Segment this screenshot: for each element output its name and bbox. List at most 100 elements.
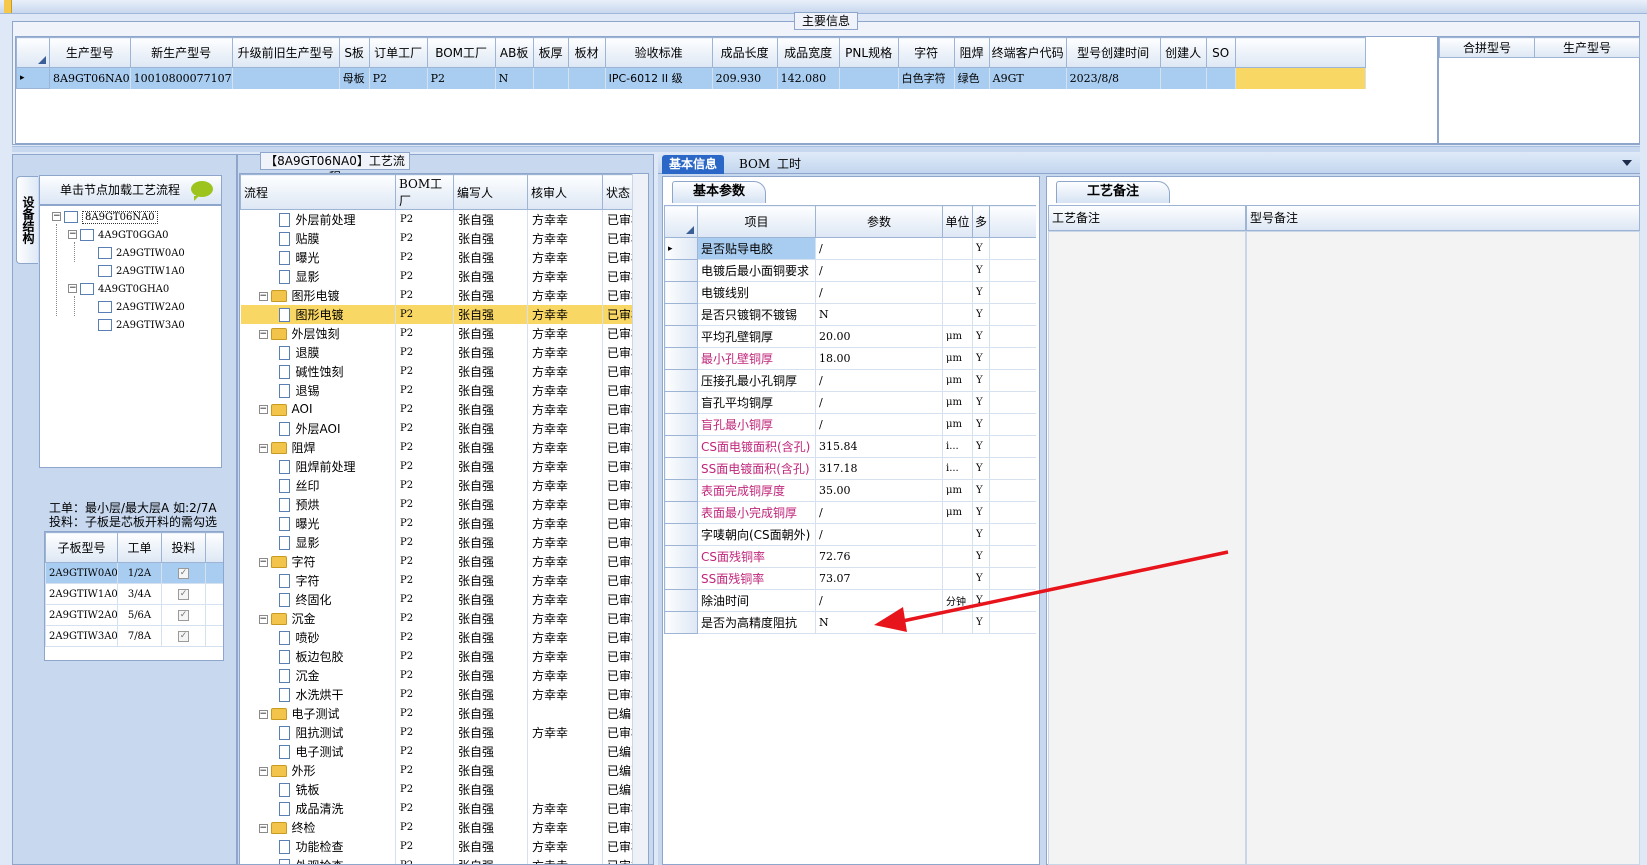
flow-factory-cell[interactable]: P2 (395, 323, 454, 343)
flow-factory-cell[interactable]: P2 (395, 361, 454, 381)
flow-status-cell[interactable]: 已审核 (602, 494, 635, 514)
basic-param-tab[interactable]: 基本参数 (672, 181, 767, 203)
flow-process-cell[interactable]: 喷砂 (240, 627, 396, 647)
flow-factory-cell[interactable]: P2 (395, 855, 454, 864)
param-unit-cell[interactable]: μm (942, 369, 973, 392)
param-row-indicator[interactable] (664, 589, 698, 612)
sub-order-cell[interactable]: 5/6A (117, 604, 162, 626)
flow-row[interactable]: − 字符 P2张自强方幸幸已审核 (240, 551, 635, 571)
flow-checker-cell[interactable]: 方幸幸 (527, 570, 603, 590)
flow-factory-cell[interactable]: P2 (395, 437, 454, 457)
main-cell[interactable] (568, 67, 606, 89)
flow-factory-cell[interactable]: P2 (395, 798, 454, 818)
flow-process-cell[interactable]: 图形电镀 (240, 304, 396, 324)
param-unit-cell[interactable] (942, 545, 973, 568)
sub-col-feed[interactable]: 投料 (161, 532, 206, 563)
param-row[interactable]: SS面残铜率 73.07 Y (664, 567, 1036, 590)
flow-col-writer[interactable]: 编写人 (453, 174, 528, 210)
sub-feed-cell[interactable]: ✓ (161, 625, 206, 647)
tree-node[interactable]: 2A9GTIW3A0 (98, 316, 185, 332)
param-unit-cell[interactable] (942, 303, 973, 326)
param-value-cell[interactable]: / (815, 369, 943, 392)
param-row[interactable]: ▸ 是否贴导电胶 / Y (664, 237, 1036, 260)
flow-factory-cell[interactable]: P2 (395, 247, 454, 267)
flow-row[interactable]: 曝光 P2张自强方幸幸已审核 (240, 247, 635, 267)
param-row[interactable]: 表面最小完成铜厚 / μm Y (664, 501, 1036, 524)
flow-writer-cell[interactable]: 张自强 (453, 209, 528, 229)
flow-row[interactable]: 退锡 P2张自强方幸幸已审核 (240, 380, 635, 400)
param-row[interactable]: 盲孔最小铜厚 / μm Y (664, 413, 1036, 436)
sub-order-cell[interactable]: 1/2A (117, 562, 162, 584)
sub-col-model[interactable]: 子板型号 (45, 532, 118, 563)
param-item-cell[interactable]: 字唛朝向(CS面朝外) (697, 523, 816, 546)
param-item-cell[interactable]: 表面最小完成铜厚 (697, 501, 816, 524)
flow-checker-cell[interactable] (527, 703, 603, 723)
flow-process-cell[interactable]: 贴膜 (240, 228, 396, 248)
sub-feed-cell[interactable]: ✓ (161, 562, 206, 584)
param-row[interactable]: 电镀后最小面铜要求 / Y (664, 259, 1036, 282)
flow-row[interactable]: 喷砂 P2张自强方幸幸已审核 (240, 627, 635, 647)
param-row-indicator[interactable] (664, 545, 698, 568)
flow-process-cell[interactable]: 字符 (240, 570, 396, 590)
flow-writer-cell[interactable]: 张自强 (453, 494, 528, 514)
process-flow-grid[interactable]: 流程 BOM工厂 编写人 核审人 状态 外层前处理P2张自强方幸幸已审核贴膜P2… (239, 173, 649, 865)
flow-factory-cell[interactable]: P2 (395, 228, 454, 248)
flow-col-checker[interactable]: 核审人 (527, 174, 603, 210)
flow-factory-cell[interactable]: P2 (395, 589, 454, 609)
flow-process-cell[interactable]: 碱性蚀刻 (240, 361, 396, 381)
main-col-header[interactable]: 终端客户代码 (988, 37, 1067, 68)
flow-factory-cell[interactable]: P2 (395, 627, 454, 647)
sub-col-order[interactable]: 工单 (117, 532, 162, 563)
param-row[interactable]: 盲孔平均铜厚 / μm Y (664, 391, 1036, 414)
param-value-cell[interactable]: / (815, 391, 943, 414)
flow-process-cell[interactable]: 外层前处理 (240, 209, 396, 229)
feed-checkbox[interactable]: ✓ (178, 610, 189, 621)
flow-status-cell[interactable]: 已审核 (602, 798, 635, 818)
flow-status-cell[interactable]: 已审核 (602, 589, 635, 609)
main-col-header[interactable]: 生产型号 (49, 37, 131, 68)
flow-checker-cell[interactable]: 方幸幸 (527, 228, 603, 248)
flow-status-cell[interactable]: 已审核 (602, 475, 635, 495)
flow-writer-cell[interactable]: 张自强 (453, 228, 528, 248)
flow-status-cell[interactable]: 已审核 (602, 551, 635, 571)
flow-process-cell[interactable]: − 沉金 (240, 608, 396, 628)
flow-status-cell[interactable]: 已审核 (602, 209, 635, 229)
param-value-cell[interactable]: N (815, 611, 943, 634)
param-item-cell[interactable]: 盲孔最小铜厚 (697, 413, 816, 436)
flow-checker-cell[interactable]: 方幸幸 (527, 342, 603, 362)
flow-checker-cell[interactable]: 方幸幸 (527, 627, 603, 647)
flow-checker-cell[interactable] (527, 760, 603, 780)
param-row[interactable]: 字唛朝向(CS面朝外) / Y (664, 523, 1036, 546)
param-value-cell[interactable]: / (815, 589, 943, 612)
flow-process-cell[interactable]: − 电子测试 (240, 703, 396, 723)
flow-status-cell[interactable]: 已审核 (602, 665, 635, 685)
flow-process-cell[interactable]: 曝光 (240, 247, 396, 267)
flow-writer-cell[interactable]: 张自强 (453, 836, 528, 856)
flow-row[interactable]: − 终检 P2张自强方幸幸已审核 (240, 817, 635, 837)
flow-row[interactable]: 字符 P2张自强方幸幸已审核 (240, 570, 635, 590)
param-item-cell[interactable]: SS面电镀面积(含孔) (697, 457, 816, 480)
param-flag-cell[interactable]: Y (972, 523, 990, 546)
flow-checker-cell[interactable]: 方幸幸 (527, 399, 603, 419)
flow-writer-cell[interactable]: 张自强 (453, 285, 528, 305)
param-row-indicator[interactable] (664, 303, 698, 326)
flow-status-cell[interactable]: 已审核 (602, 266, 635, 286)
param-value-cell[interactable]: / (815, 523, 943, 546)
flow-row[interactable]: 外层前处理 P2张自强方幸幸已审核 (240, 209, 635, 229)
flow-row[interactable]: − 阻焊 P2张自强方幸幸已审核 (240, 437, 635, 457)
main-cell[interactable]: 2023/8/8 (1066, 67, 1161, 89)
horizontal-splitter[interactable] (12, 146, 1640, 152)
param-row-indicator[interactable] (664, 391, 698, 414)
tree-node-root[interactable]: − 8A9GT06NA0 (52, 208, 158, 224)
param-col-multi[interactable]: 多 (972, 205, 990, 238)
flow-status-cell[interactable]: 已审核 (602, 247, 635, 267)
flow-status-cell[interactable]: 已审核 (602, 228, 635, 248)
param-col-value[interactable]: 参数 (815, 205, 943, 238)
flow-writer-cell[interactable]: 张自强 (453, 475, 528, 495)
flow-row[interactable]: − 电子测试 P2张自强 已编写 (240, 703, 635, 723)
flow-row[interactable]: 铣板 P2张自强 已编写 (240, 779, 635, 799)
main-cell[interactable]: A9GT (989, 67, 1067, 89)
main-cell[interactable]: IPC-6012 II 级 (605, 67, 713, 89)
main-cell[interactable]: 8A9GT06NA0 (49, 67, 131, 89)
param-row-indicator[interactable] (664, 347, 698, 370)
